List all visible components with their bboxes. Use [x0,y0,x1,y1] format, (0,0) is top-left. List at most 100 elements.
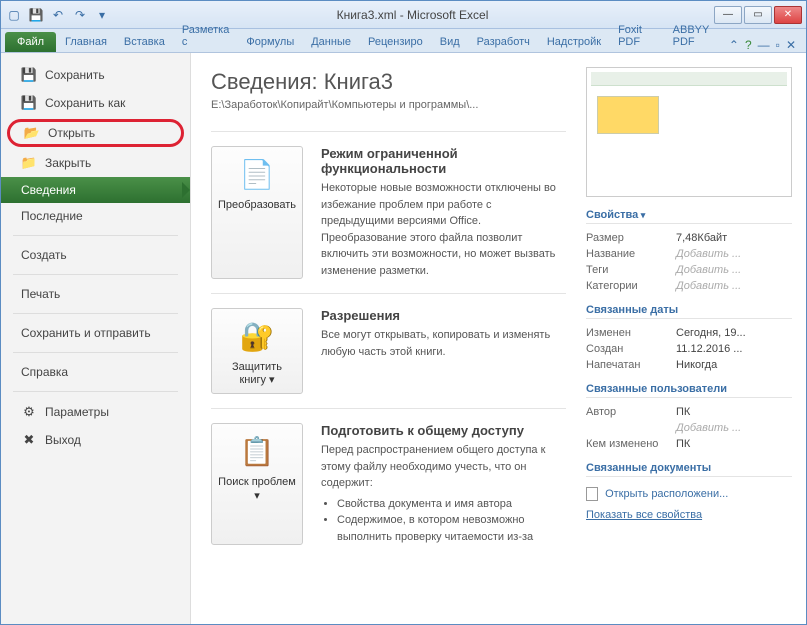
prop-value[interactable]: Добавить ... [676,280,792,292]
nav-options[interactable]: ⚙ Параметры [1,398,190,426]
protect-button[interactable]: 🔐 Защитить книгу ▾ [211,308,303,394]
convert-button[interactable]: 📄 Преобразовать [211,146,303,279]
prop-row-tags: Теги Добавить ... [586,262,792,278]
section-body-intro: Перед распространением общего доступа к … [321,444,545,489]
prop-value: Никогда [676,359,792,371]
nav-print[interactable]: Печать [1,281,190,307]
thumb-ribbon [591,72,787,86]
nav-close[interactable]: 📁 Закрыть [1,149,190,177]
nav-label: Сохранить [45,68,105,82]
tab-abbyy[interactable]: ABBYY PDF [665,20,728,52]
tab-data[interactable]: Данные [303,32,359,52]
properties-heading[interactable]: Свойства [586,209,792,224]
document-thumbnail[interactable] [586,67,792,197]
maximize-button[interactable]: ▭ [744,6,772,24]
nav-label: Сведения [21,183,76,197]
prop-label: Размер [586,232,676,244]
window-minimize-icon[interactable]: — [758,38,770,52]
prop-value[interactable]: Добавить ... [676,422,792,434]
nav-help[interactable]: Справка [1,359,190,385]
info-title: Сведения: Книга3 [211,69,566,95]
nav-share[interactable]: Сохранить и отправить [1,320,190,346]
prop-label: Теги [586,264,676,276]
qat-dropdown-icon[interactable]: ▾ [93,6,111,24]
dates-heading: Связанные даты [586,304,792,319]
save-icon[interactable]: 💾 [27,6,45,24]
prop-value[interactable]: Добавить ... [676,248,792,260]
tab-formulas[interactable]: Формулы [238,32,302,52]
prop-row-lastmod: Кем изменено ПК [586,436,792,452]
check-label: Поиск проблем ▾ [218,476,296,502]
link-text: Открыть расположени... [605,488,728,500]
redo-icon[interactable]: ↷ [71,6,89,24]
prop-label: Кем изменено [586,438,676,450]
section-body: Перед распространением общего доступа к … [321,442,566,545]
prop-value: ПК [676,406,792,418]
tab-insert[interactable]: Вставка [116,32,173,52]
nav-label: Создать [21,248,67,262]
prop-row-author: Автор ПК [586,404,792,420]
section-heading: Подготовить к общему доступу [321,423,566,438]
nav-save-as[interactable]: 💾 Сохранить как [1,89,190,117]
prop-label: Изменен [586,327,676,339]
excel-icon: ▢ [5,6,23,24]
nav-save[interactable]: 💾 Сохранить [1,61,190,89]
section-heading: Режим ограниченной функциональности [321,146,566,176]
nav-new[interactable]: Создать [1,242,190,268]
nav-info[interactable]: Сведения [1,177,190,203]
tab-developer[interactable]: Разработч [469,32,538,52]
info-main-column: Сведения: Книга3 E:\Заработок\Копирайт\К… [191,53,586,624]
app-window: ▢ 💾 ↶ ↷ ▾ Книга3.xml - Microsoft Excel —… [0,0,807,625]
section-text: Разрешения Все могут открывать, копирова… [321,308,566,394]
minimize-ribbon-icon[interactable]: ⌃ [729,38,739,52]
section-text: Режим ограниченной функциональности Неко… [321,146,566,279]
protect-label: Защитить книгу ▾ [218,361,296,387]
document-icon [586,487,598,501]
exit-icon: ✖ [21,432,37,448]
prop-value: 11.12.2016 ... [676,343,792,355]
section-check: 📋 Поиск проблем ▾ Подготовить к общему д… [211,408,566,559]
nav-label: Сохранить как [45,96,125,110]
tab-foxit[interactable]: Foxit PDF [610,20,664,52]
tab-view[interactable]: Вид [432,32,468,52]
check-issues-button[interactable]: 📋 Поиск проблем ▾ [211,423,303,545]
nav-separator [13,352,178,353]
nav-exit[interactable]: ✖ Выход [1,426,190,454]
prop-label [586,422,676,434]
nav-separator [13,313,178,314]
prop-value[interactable]: Добавить ... [676,264,792,276]
show-all-props-link[interactable]: Показать все свойства [586,505,792,525]
properties-column: Свойства Размер 7,48Кбайт Название Добав… [586,53,806,624]
backstage: 💾 Сохранить 💾 Сохранить как 📂 Открыть 📁 … [1,53,806,624]
checklist-icon: 📋 [236,430,278,472]
undo-icon[interactable]: ↶ [49,6,67,24]
open-location-link[interactable]: Открыть расположени... [586,483,792,505]
info-path: E:\Заработок\Копирайт\Компьютеры и прогр… [211,99,566,111]
backstage-nav: 💾 Сохранить 💾 Сохранить как 📂 Открыть 📁 … [1,53,191,624]
help-icon[interactable]: ? [745,38,752,52]
tab-layout[interactable]: Разметка с [174,20,238,52]
tab-review[interactable]: Рецензиро [360,32,431,52]
nav-recent[interactable]: Последние [1,203,190,229]
nav-label: Открыть [48,126,95,140]
nav-open[interactable]: 📂 Открыть [7,119,184,147]
close-button[interactable]: ✕ [774,6,802,24]
docs-heading: Связанные документы [586,462,792,477]
tab-home[interactable]: Главная [57,32,115,52]
prop-row-add-author: Добавить ... [586,420,792,436]
prop-label: Название [586,248,676,260]
backstage-content: Сведения: Книга3 E:\Заработок\Копирайт\К… [191,53,806,624]
nav-label: Закрыть [45,156,91,170]
quick-access-toolbar: ▢ 💾 ↶ ↷ ▾ [5,6,111,24]
prop-value: ПК [676,438,792,450]
convert-label: Преобразовать [218,199,296,212]
tab-addins[interactable]: Надстройк [539,32,609,52]
section-text: Подготовить к общему доступу Перед распр… [321,423,566,545]
tab-file[interactable]: Файл [5,32,56,52]
nav-label: Выход [45,433,81,447]
ribbon-help-area: ⌃ ? — ▫ ✕ [729,38,802,52]
window-restore-icon[interactable]: ▫ [776,38,780,52]
nav-label: Справка [21,365,68,379]
window-close-inner-icon[interactable]: ✕ [786,38,796,52]
thumb-data-block [597,96,659,134]
